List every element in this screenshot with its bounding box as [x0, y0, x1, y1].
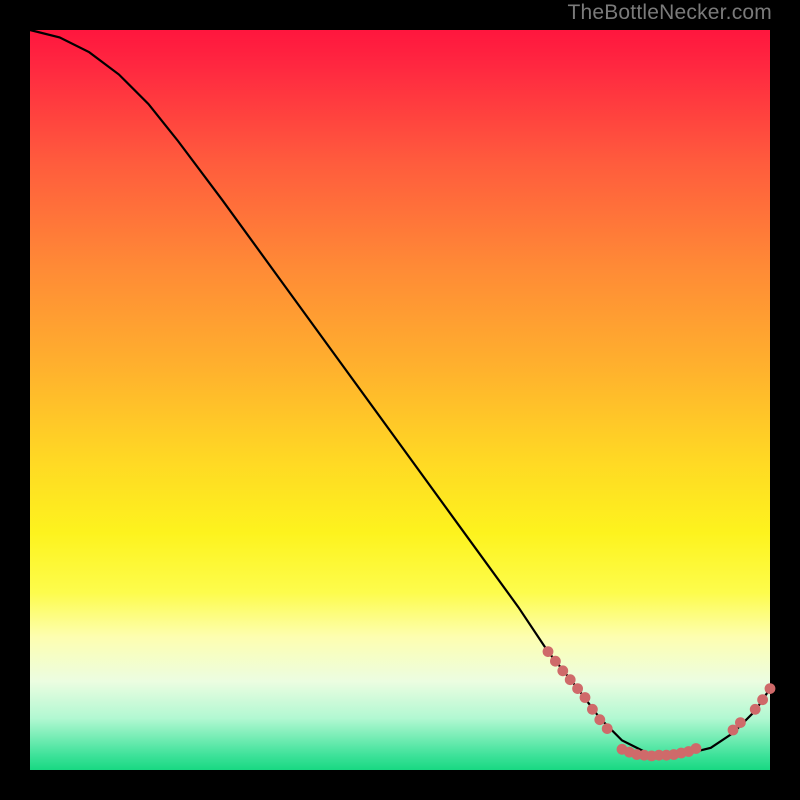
data-point: [565, 674, 576, 685]
attribution-label: TheBottleNecker.com: [567, 1, 772, 25]
data-point: [543, 646, 554, 657]
data-point: [757, 694, 768, 705]
data-point: [602, 723, 613, 734]
data-point: [594, 714, 605, 725]
data-point: [557, 665, 568, 676]
data-point: [691, 743, 702, 754]
plot-overlay: [30, 30, 770, 770]
data-point: [735, 717, 746, 728]
chart-frame: TheBottleNecker.com: [0, 0, 800, 800]
data-point: [572, 683, 583, 694]
bottleneck-curve: [30, 30, 770, 755]
marker-group: [543, 646, 776, 761]
data-point: [550, 656, 561, 667]
data-point: [765, 683, 776, 694]
data-point: [580, 692, 591, 703]
data-point: [750, 704, 761, 715]
data-point: [587, 704, 598, 715]
